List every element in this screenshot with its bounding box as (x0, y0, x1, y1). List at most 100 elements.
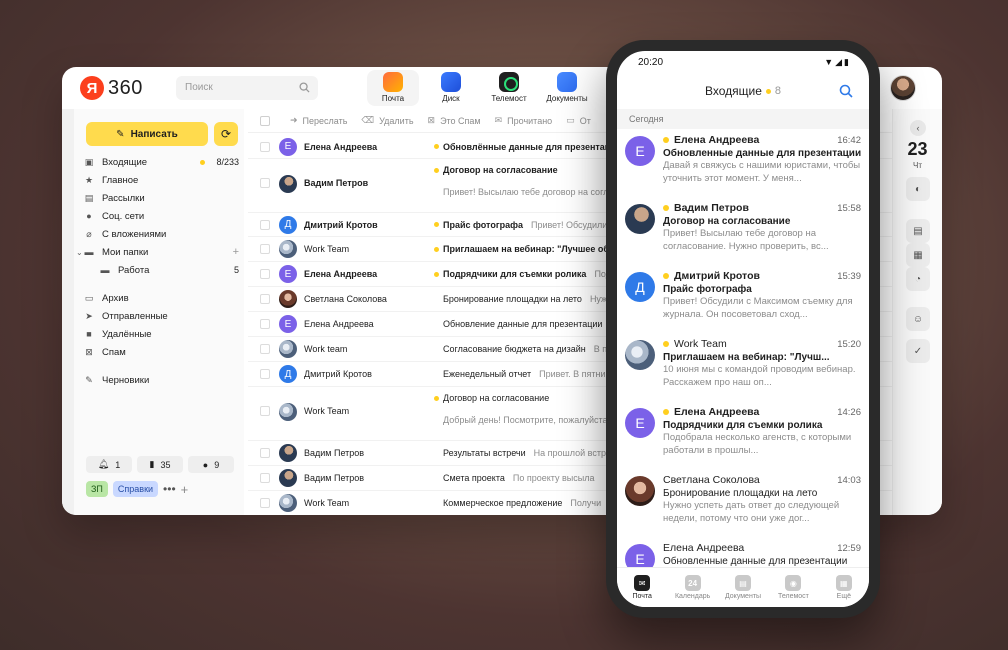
row-checkbox[interactable] (260, 406, 270, 416)
forward-button[interactable]: ➜ Переслать (290, 115, 347, 126)
calendar-day[interactable]: 23 (893, 139, 942, 160)
row-checkbox[interactable] (260, 498, 270, 508)
add-folder-icon[interactable]: + (233, 246, 239, 258)
stats-rail-button[interactable]: ◔ (906, 267, 930, 291)
phone-mail-item[interactable]: Д Дмитрий Кротов 15:39 Прайс фотографа Пр… (617, 267, 869, 335)
folder-archive[interactable]: ▭ Архив (84, 289, 239, 307)
subject: Результаты встречи (443, 448, 526, 458)
add-tag-icon[interactable]: + (181, 482, 189, 497)
row-checkbox[interactable] (260, 369, 270, 379)
folder-label: Черновики (102, 374, 150, 386)
folder-label: Работа (118, 264, 150, 276)
chevron-down-icon[interactable]: ⌄ (76, 248, 83, 257)
nav-mail[interactable]: ✉ Почта (617, 568, 667, 607)
nav-label: Ещё (836, 593, 851, 600)
mail-time: 14:03 (837, 474, 861, 486)
counter-unread[interactable]: ● 9 (188, 456, 234, 473)
folder-my-folders[interactable]: ⌄ ▬ Мои папки + (76, 243, 239, 261)
more-tags-icon[interactable]: ••• (163, 482, 176, 496)
telemost-icon (499, 72, 519, 92)
unread-dot (765, 88, 771, 94)
contacts-rail-button[interactable]: ☺ (906, 307, 930, 331)
folder-sent[interactable]: ➤ Отправленные (84, 307, 239, 325)
row-checkbox[interactable] (260, 244, 270, 254)
compose-row: ✎ Написать ⟳ (86, 122, 238, 146)
row-checkbox[interactable] (260, 448, 270, 458)
phone-mail-item[interactable]: Вадим Петров 15:58 Договор на согласовани… (617, 199, 869, 267)
telemost-rail-button[interactable]: ◐ (906, 177, 930, 201)
row-checkbox[interactable] (260, 178, 270, 188)
more-button[interactable]: ▭ От (566, 115, 591, 126)
user-avatar[interactable] (890, 75, 916, 101)
refresh-button[interactable]: ⟳ (214, 122, 238, 146)
select-all-checkbox[interactable] (260, 115, 270, 126)
counter-reminders[interactable]: 🔔︎ 1 (86, 456, 132, 473)
widgets-rail-button[interactable]: ▦ (906, 243, 930, 267)
tasks-rail-button[interactable]: ✓ (906, 339, 930, 363)
delete-button[interactable]: ⌫ Удалить (361, 115, 413, 126)
avatar (279, 444, 297, 462)
notes-rail-button[interactable]: ▤ (906, 219, 930, 243)
phone-mail-item[interactable]: Work Team 15:20 Приглашаем на вебинар: "Л… (617, 335, 869, 403)
mail-time: 14:26 (837, 406, 861, 418)
folder-newsletters[interactable]: ▤ Рассылки (84, 189, 239, 207)
unread-dot (663, 273, 669, 279)
mail-time: 16:42 (837, 134, 861, 146)
row-checkbox[interactable] (260, 269, 270, 279)
app-disk[interactable]: Диск (425, 70, 477, 106)
sender: Work team (304, 344, 348, 354)
subject: Подрядчики для съемки ролика (443, 269, 587, 279)
folder-spam[interactable]: ⊠ Спам (84, 343, 239, 361)
phone-mail-item[interactable]: Е Елена Андреева 16:42 Обновленные данные… (617, 131, 869, 199)
folder-inbox[interactable]: ▣ Входящие 8/233 (84, 153, 239, 171)
folder-main[interactable]: ★ Главное (84, 171, 239, 189)
section-header: Сегодня (617, 109, 869, 129)
row-checkbox[interactable] (260, 344, 270, 354)
counter-bookmarks[interactable]: ▮ 35 (137, 456, 183, 473)
trash-icon: ■ (86, 329, 92, 339)
row-checkbox[interactable] (260, 141, 270, 152)
row-checkbox[interactable] (260, 294, 270, 304)
subject: Коммерческое предложение (443, 498, 563, 508)
unread-dot (663, 137, 669, 143)
folder-work[interactable]: ▬ Работа 5 (84, 261, 240, 279)
app-mail[interactable]: Почта (367, 70, 419, 106)
trash-icon: ⌫ (361, 115, 375, 125)
logo-text: 360 (108, 76, 143, 99)
nav-more[interactable]: ▦ Ещё (819, 568, 869, 607)
folder-social[interactable]: ● Соц. сети (84, 207, 239, 225)
nav-telemost[interactable]: ◉ Телемост (768, 568, 818, 607)
app-docs[interactable]: Документы (541, 70, 593, 106)
mark-read-button[interactable]: ✉ Прочитано (495, 115, 553, 126)
folder-attachments[interactable]: ⌀ С вложениями (84, 225, 239, 243)
nav-calendar[interactable]: 24 Календарь (667, 568, 717, 607)
compose-button[interactable]: ✎ Написать (86, 122, 208, 146)
tag-zp[interactable]: ЗП (86, 481, 108, 497)
row-checkbox[interactable] (260, 473, 270, 483)
row-checkbox[interactable] (260, 219, 270, 230)
folder-label: С вложениями (102, 228, 167, 240)
nav-label: Календарь (674, 593, 711, 600)
calendar-weekday: Чт (913, 161, 922, 170)
search-icon[interactable] (839, 84, 853, 98)
phone-mail-item[interactable]: Е Елена Андреева 14:26 Подрядчики для съе… (617, 403, 869, 471)
subject: Бронирование площадки на лето (663, 488, 818, 499)
app-telemost[interactable]: Телемост (483, 70, 535, 106)
refresh-icon: ⟳ (220, 127, 232, 141)
snippet: Добрый день! Посмотрите, пожалуйста, (443, 415, 611, 425)
phone-mail-item[interactable]: Светлана Соколова 14:03 Бронирование площ… (617, 471, 869, 539)
search-input[interactable]: Поиск (176, 76, 318, 100)
snippet: 10 июня мы с командой проводим вебинар. … (663, 364, 856, 388)
collapse-arrow-icon[interactable]: ‹ (910, 120, 926, 136)
folder-deleted[interactable]: ■ Удалённые (84, 325, 239, 343)
row-content: Договор на согласование Добрый день! Пос… (434, 387, 610, 425)
row-checkbox[interactable] (260, 319, 270, 329)
nav-docs[interactable]: ▤ Документы (718, 568, 768, 607)
spam-button[interactable]: ⊠ Это Спам (428, 115, 481, 126)
tag-spravki[interactable]: Справки (112, 481, 159, 497)
folder-drafts[interactable]: ✎ Черновики (84, 371, 239, 389)
sender: Светлана Соколова (304, 294, 387, 304)
subject: Приглашаем на вебинар: "Лучш... (663, 352, 830, 363)
snippet: На прошлой встре (533, 448, 611, 458)
yandex-360-logo[interactable]: Я 360 (80, 76, 143, 100)
